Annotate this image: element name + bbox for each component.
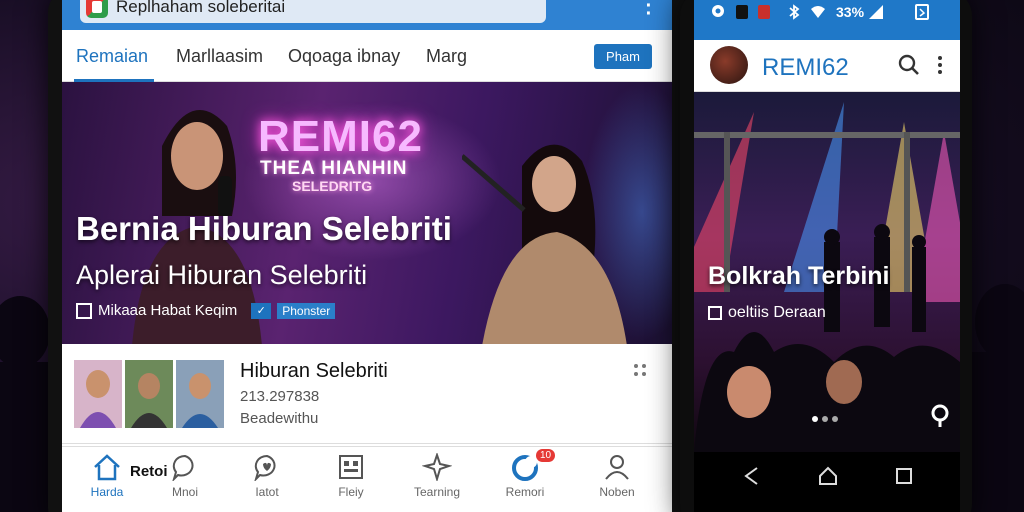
location-pin-icon[interactable] [930, 404, 950, 428]
notification-badge: 10 [536, 449, 556, 462]
sparkle-icon [422, 453, 452, 481]
nav-profile[interactable]: Noben [572, 453, 662, 499]
hero-subtitle: Aplerai Hiburan Selebriti [76, 260, 368, 290]
neon-subtitle-text: THEA HIANHIN [260, 158, 408, 179]
thumbnail-strip [74, 360, 227, 428]
bookmark-icon[interactable] [76, 302, 92, 319]
nav-label: Fleiy [338, 485, 364, 499]
url-field[interactable]: Replhaham soleberitai [80, 0, 546, 23]
hero-meta-text: Mikaaa Habat Keqim [98, 302, 238, 319]
nav-label: Remori [505, 485, 545, 499]
card-caption: Beadewithu [240, 410, 319, 427]
home-icon[interactable] [818, 466, 838, 486]
thumbnail-image[interactable] [125, 360, 173, 428]
tab-marg[interactable]: Marg [426, 46, 467, 67]
phone-device: 33% REMI62 Bolkrah Terbini oeltiis Deraa… [680, 0, 972, 512]
banner-title: Bolkrah Terbini [708, 262, 890, 290]
tab-oqoaga-ibnay[interactable]: Oqoaga ibnay [288, 46, 400, 67]
tablet-screen: Replhaham soleberitai ··· Remaian Marlla… [62, 0, 672, 512]
bluetooth-icon [789, 4, 800, 20]
search-icon[interactable] [898, 54, 920, 76]
card-number: 213.297838 [240, 388, 320, 405]
verified-icon: ✓ [251, 302, 272, 319]
nav-label: Tearning [413, 485, 461, 499]
app-brand: REMI62 [762, 54, 849, 81]
battery-percent: 33% [836, 4, 865, 20]
tab-marllaasim[interactable]: Marllaasim [176, 46, 263, 67]
tab-remaian[interactable]: Remaian [76, 46, 148, 67]
nav-label: Harda [90, 485, 124, 499]
system-navigation [694, 452, 960, 512]
checkbox-icon[interactable] [708, 306, 722, 320]
bottom-navigation: Harda Retoi Mnoi Iatot Fleiy Tearning 10… [62, 446, 672, 512]
tab-bar: Remaian Marllaasim Oqoaga ibnay Marg Pha… [62, 30, 672, 82]
hero-banner[interactable]: REMI62 THEA HIANHIN SELEDRITG Bernia Hib… [62, 82, 672, 344]
neon-subtitle-text-2: SELEDRITG [292, 178, 373, 194]
battery-icon [915, 4, 929, 20]
hero-title: Bernia Hiburan Selebriti [76, 210, 452, 247]
avatar[interactable] [710, 46, 748, 84]
url-text: Replhaham soleberitai [116, 0, 286, 16]
content-card[interactable]: Hiburan Selebriti 213.297838 Beadewithu [62, 344, 672, 444]
nav-fleiy[interactable]: Fleiy [306, 453, 396, 499]
back-icon[interactable] [742, 466, 762, 486]
thumbnail-image[interactable] [176, 360, 224, 428]
app-favicon-icon [86, 0, 108, 18]
singer-right-image [462, 144, 627, 344]
nav-chat[interactable]: Mnoi [140, 453, 230, 499]
home-icon [94, 454, 120, 481]
banner-subtitle: oeltiis Deraan [708, 304, 826, 322]
app-bar: REMI62 [694, 40, 960, 92]
nav-remori[interactable]: 10 Remori [480, 449, 570, 499]
grid-box-icon [339, 455, 363, 479]
browser-menu-icon[interactable]: ··· [644, 0, 654, 24]
card-more-icon[interactable] [634, 364, 648, 378]
nav-tearning[interactable]: Tearning [392, 453, 482, 499]
neon-logo-text: REMI62 [258, 112, 423, 161]
recent-apps-icon[interactable] [894, 466, 914, 486]
nav-label: Iatot [255, 485, 279, 499]
location-icon [712, 5, 724, 17]
hero-tag[interactable]: Phonster [277, 302, 336, 319]
browser-bar: Replhaham soleberitai ··· [62, 0, 672, 30]
profile-icon [605, 455, 629, 480]
status-bar: 33% [694, 0, 960, 40]
nav-iatot[interactable]: Iatot [222, 453, 312, 499]
heart-chat-icon [254, 454, 276, 481]
more-options-icon[interactable] [938, 56, 944, 77]
nav-home[interactable]: Harda Retoi [62, 453, 168, 499]
banner-subtitle-text: oeltiis Deraan [728, 304, 826, 321]
thumbnail-image[interactable] [74, 360, 122, 428]
tablet-device: Replhaham soleberitai ··· Remaian Marlla… [48, 0, 688, 512]
app-icon [736, 5, 748, 19]
signal-icon [869, 5, 883, 19]
nav-label: Noben [599, 485, 635, 499]
nav-label: Mnoi [171, 485, 198, 499]
app-icon [758, 5, 770, 19]
carousel-dots[interactable] [812, 416, 842, 422]
chat-bubble-icon [172, 454, 194, 481]
card-title: Hiburan Selebriti [240, 360, 388, 382]
hero-meta: Mikaaa Habat Keqim ✓ Phonster [76, 302, 336, 319]
wifi-icon [811, 6, 825, 18]
concert-banner[interactable]: Bolkrah Terbini oeltiis Deraan [694, 92, 960, 452]
pham-button[interactable]: Pham [594, 44, 652, 69]
phone-screen: 33% REMI62 Bolkrah Terbini oeltiis Deraa… [694, 0, 960, 512]
